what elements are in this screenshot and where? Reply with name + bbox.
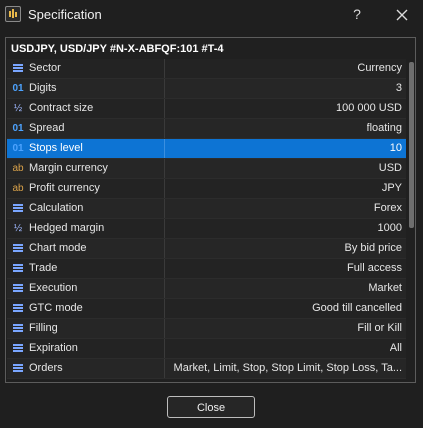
- table-row[interactable]: 01 Spread floating: [7, 119, 406, 139]
- list-icon: [11, 282, 25, 296]
- column-divider: [164, 239, 165, 258]
- property-value: Full access: [346, 262, 402, 274]
- title-bar: Specification ?: [0, 0, 423, 30]
- property-value: floating: [366, 122, 402, 134]
- vertical-scrollbar[interactable]: [408, 60, 415, 382]
- digits-icon: 01: [12, 83, 24, 94]
- table-row[interactable]: Sector Currency: [7, 59, 406, 79]
- column-divider: [164, 359, 165, 378]
- scrollbar-thumb[interactable]: [409, 62, 414, 228]
- column-divider: [164, 319, 165, 338]
- property-rows: Sector Currency 01 Digits 3 ½ Contract size 100…: [7, 59, 406, 379]
- table-row[interactable]: 01 Stops level 10: [7, 139, 406, 159]
- column-divider: [164, 339, 165, 358]
- property-label: Profit currency: [29, 182, 100, 194]
- column-divider: [164, 199, 165, 218]
- digits-icon: 01: [12, 123, 24, 134]
- property-label: Spread: [29, 122, 65, 134]
- fraction-icon: ½: [13, 103, 23, 114]
- text-icon: ab: [12, 183, 24, 194]
- property-value: JPY: [381, 182, 402, 194]
- property-label: Margin currency: [29, 162, 108, 174]
- close-icon[interactable]: [391, 4, 413, 26]
- property-label: Orders: [29, 362, 63, 374]
- help-button[interactable]: ?: [347, 4, 367, 24]
- close-button[interactable]: Close: [167, 396, 255, 418]
- property-label: Digits: [29, 82, 57, 94]
- list-icon: [11, 362, 25, 376]
- specification-table: USDJPY, USD/JPY #N-X-ABFQF:101 #T-4 Sect…: [5, 37, 416, 383]
- property-label: Filling: [29, 322, 58, 334]
- property-value: 100 000 USD: [335, 102, 402, 114]
- property-value: Currency: [357, 62, 402, 74]
- column-divider: [164, 279, 165, 298]
- property-value: USD: [378, 162, 402, 174]
- property-value: Fill or Kill: [357, 322, 402, 334]
- property-label: Contract size: [29, 102, 94, 114]
- table-row[interactable]: 01 Digits 3: [7, 79, 406, 99]
- list-icon: [11, 342, 25, 356]
- property-value: Market, Limit, Stop, Stop Limit, Stop Lo…: [173, 362, 402, 374]
- window-title: Specification: [28, 7, 102, 22]
- property-label: Hedged margin: [29, 222, 105, 234]
- table-row[interactable]: ab Margin currency USD: [7, 159, 406, 179]
- property-label: Chart mode: [29, 242, 87, 254]
- table-row[interactable]: Execution Market: [7, 279, 406, 299]
- table-row[interactable]: Filling Fill or Kill: [7, 319, 406, 339]
- fraction-icon: ½: [13, 223, 23, 234]
- property-value: 1000: [377, 222, 402, 234]
- property-value: By bid price: [344, 242, 402, 254]
- table-row[interactable]: ½ Contract size 100 000 USD: [7, 99, 406, 119]
- list-icon: [11, 302, 25, 316]
- list-icon: [11, 202, 25, 216]
- table-row[interactable]: Expiration All: [7, 339, 406, 359]
- property-value: 10: [389, 142, 402, 154]
- list-icon: [11, 262, 25, 276]
- column-divider: [164, 119, 165, 138]
- column-divider: [164, 79, 165, 98]
- column-divider: [164, 299, 165, 318]
- property-label: GTC mode: [29, 302, 83, 314]
- list-icon: [11, 242, 25, 256]
- column-divider: [164, 99, 165, 118]
- property-label: Stops level: [29, 142, 83, 154]
- column-divider: [164, 219, 165, 238]
- property-label: Calculation: [29, 202, 84, 214]
- table-row[interactable]: ½ Hedged margin 1000: [7, 219, 406, 239]
- table-row[interactable]: Trade Full access: [7, 259, 406, 279]
- property-label: Execution: [29, 282, 78, 294]
- table-row[interactable]: ab Profit currency JPY: [7, 179, 406, 199]
- table-row[interactable]: GTC mode Good till cancelled: [7, 299, 406, 319]
- property-label: Sector: [29, 62, 61, 74]
- list-icon: [11, 62, 25, 76]
- property-value: Good till cancelled: [312, 302, 402, 314]
- column-divider: [164, 59, 165, 78]
- property-label: Expiration: [29, 342, 78, 354]
- table-row[interactable]: Chart mode By bid price: [7, 239, 406, 259]
- column-divider: [164, 159, 165, 178]
- column-divider: [164, 179, 165, 198]
- app-icon: [5, 6, 21, 22]
- property-value: Forex: [373, 202, 402, 214]
- digits-icon: 01: [12, 143, 24, 154]
- property-value: Market: [368, 282, 402, 294]
- column-divider: [164, 259, 165, 278]
- column-divider: [164, 139, 165, 158]
- table-row[interactable]: Orders Market, Limit, Stop, Stop Limit, S…: [7, 359, 406, 379]
- list-icon: [11, 322, 25, 336]
- property-value: 3: [395, 82, 402, 94]
- text-icon: ab: [12, 163, 24, 174]
- symbol-header: USDJPY, USD/JPY #N-X-ABFQF:101 #T-4: [11, 43, 224, 55]
- property-label: Trade: [29, 262, 58, 274]
- table-row[interactable]: Calculation Forex: [7, 199, 406, 219]
- property-value: All: [389, 342, 402, 354]
